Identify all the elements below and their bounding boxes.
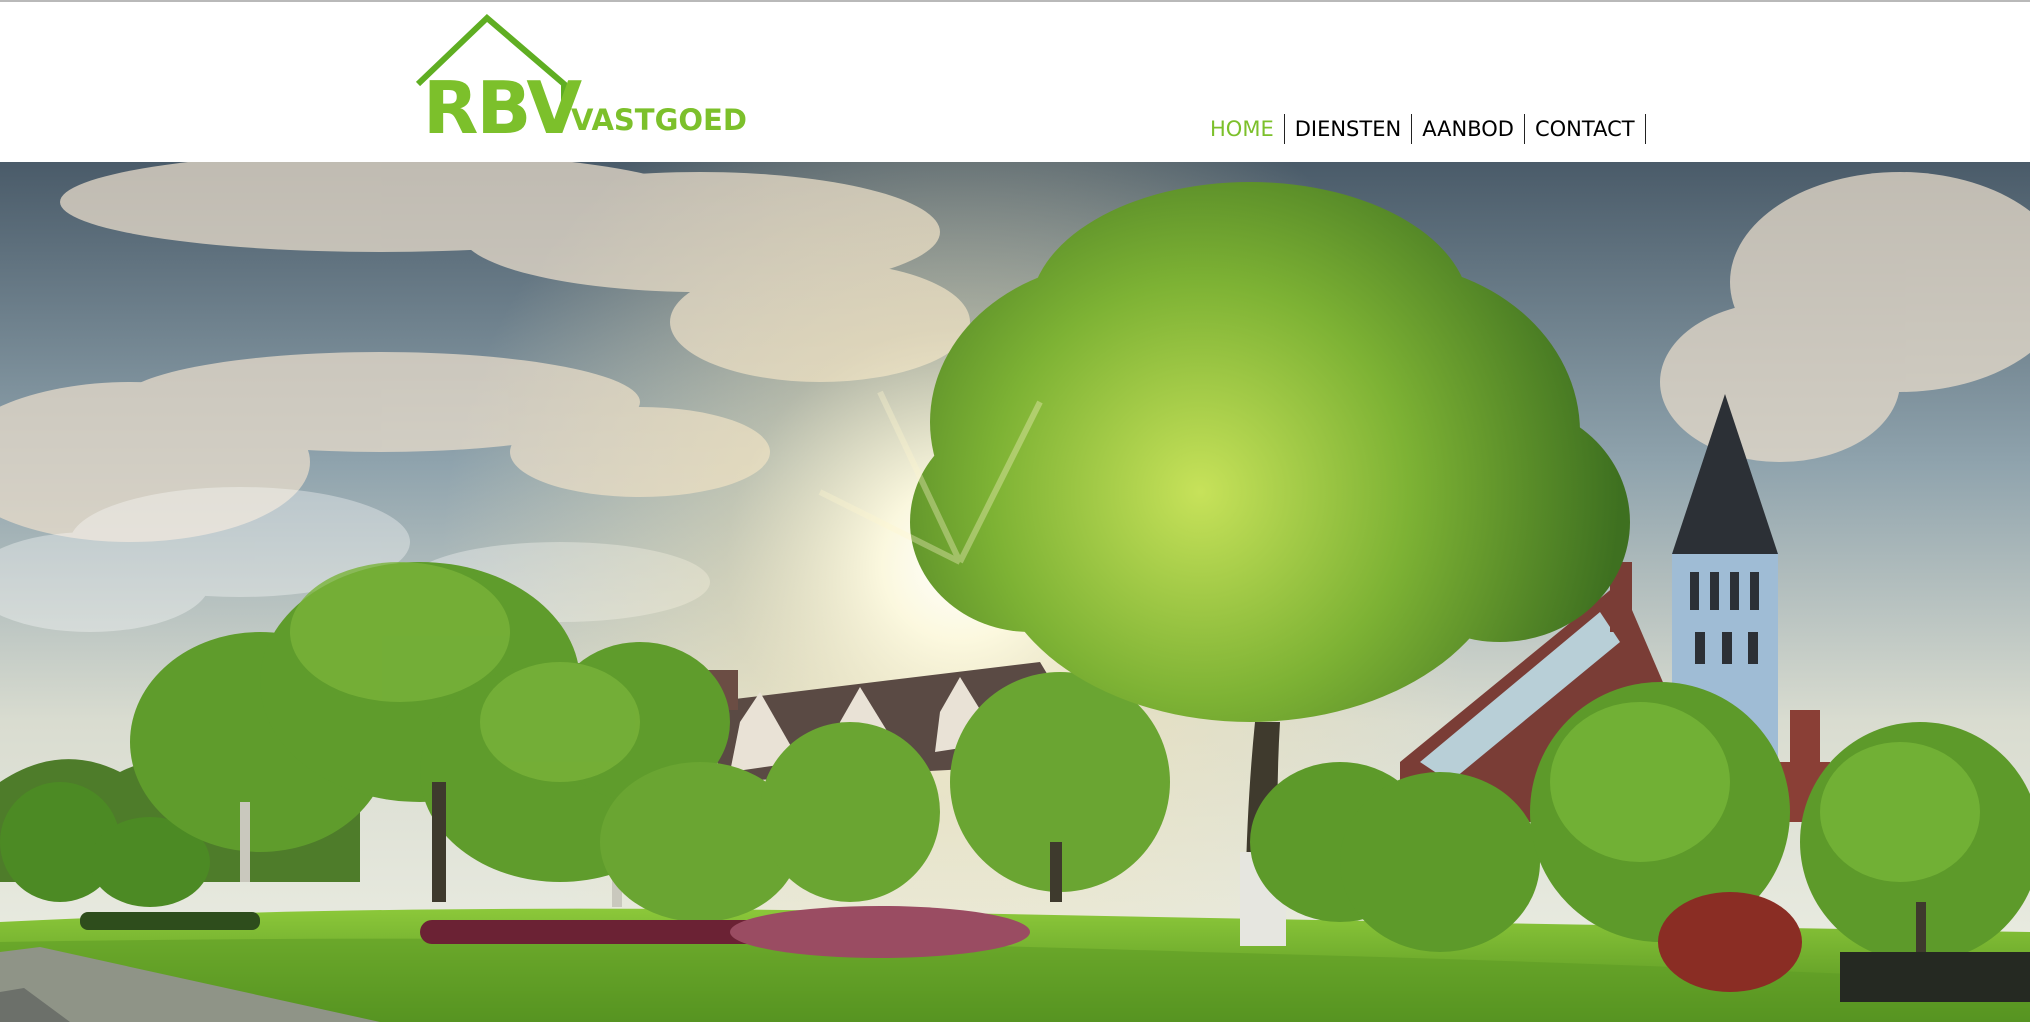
hero-banner <box>0 162 2030 1022</box>
nav-item-contact[interactable]: CONTACT <box>1525 114 1646 144</box>
site-header: RBV VASTGOED HOME DIENSTEN AANBOD CONTAC… <box>0 2 2030 162</box>
logo-wordmark: VASTGOED <box>571 103 747 137</box>
hero-landscape-image <box>0 162 2030 1022</box>
main-nav: HOME DIENSTEN AANBOD CONTACT <box>1200 114 1646 144</box>
logo-mark: RBV <box>423 66 582 150</box>
nav-item-aanbod[interactable]: AANBOD <box>1412 114 1525 144</box>
nav-item-home[interactable]: HOME <box>1200 114 1285 144</box>
logo-link[interactable]: RBV VASTGOED <box>414 12 754 152</box>
nav-item-diensten[interactable]: DIENSTEN <box>1285 114 1413 144</box>
page: RBV VASTGOED HOME DIENSTEN AANBOD CONTAC… <box>0 0 2030 1022</box>
